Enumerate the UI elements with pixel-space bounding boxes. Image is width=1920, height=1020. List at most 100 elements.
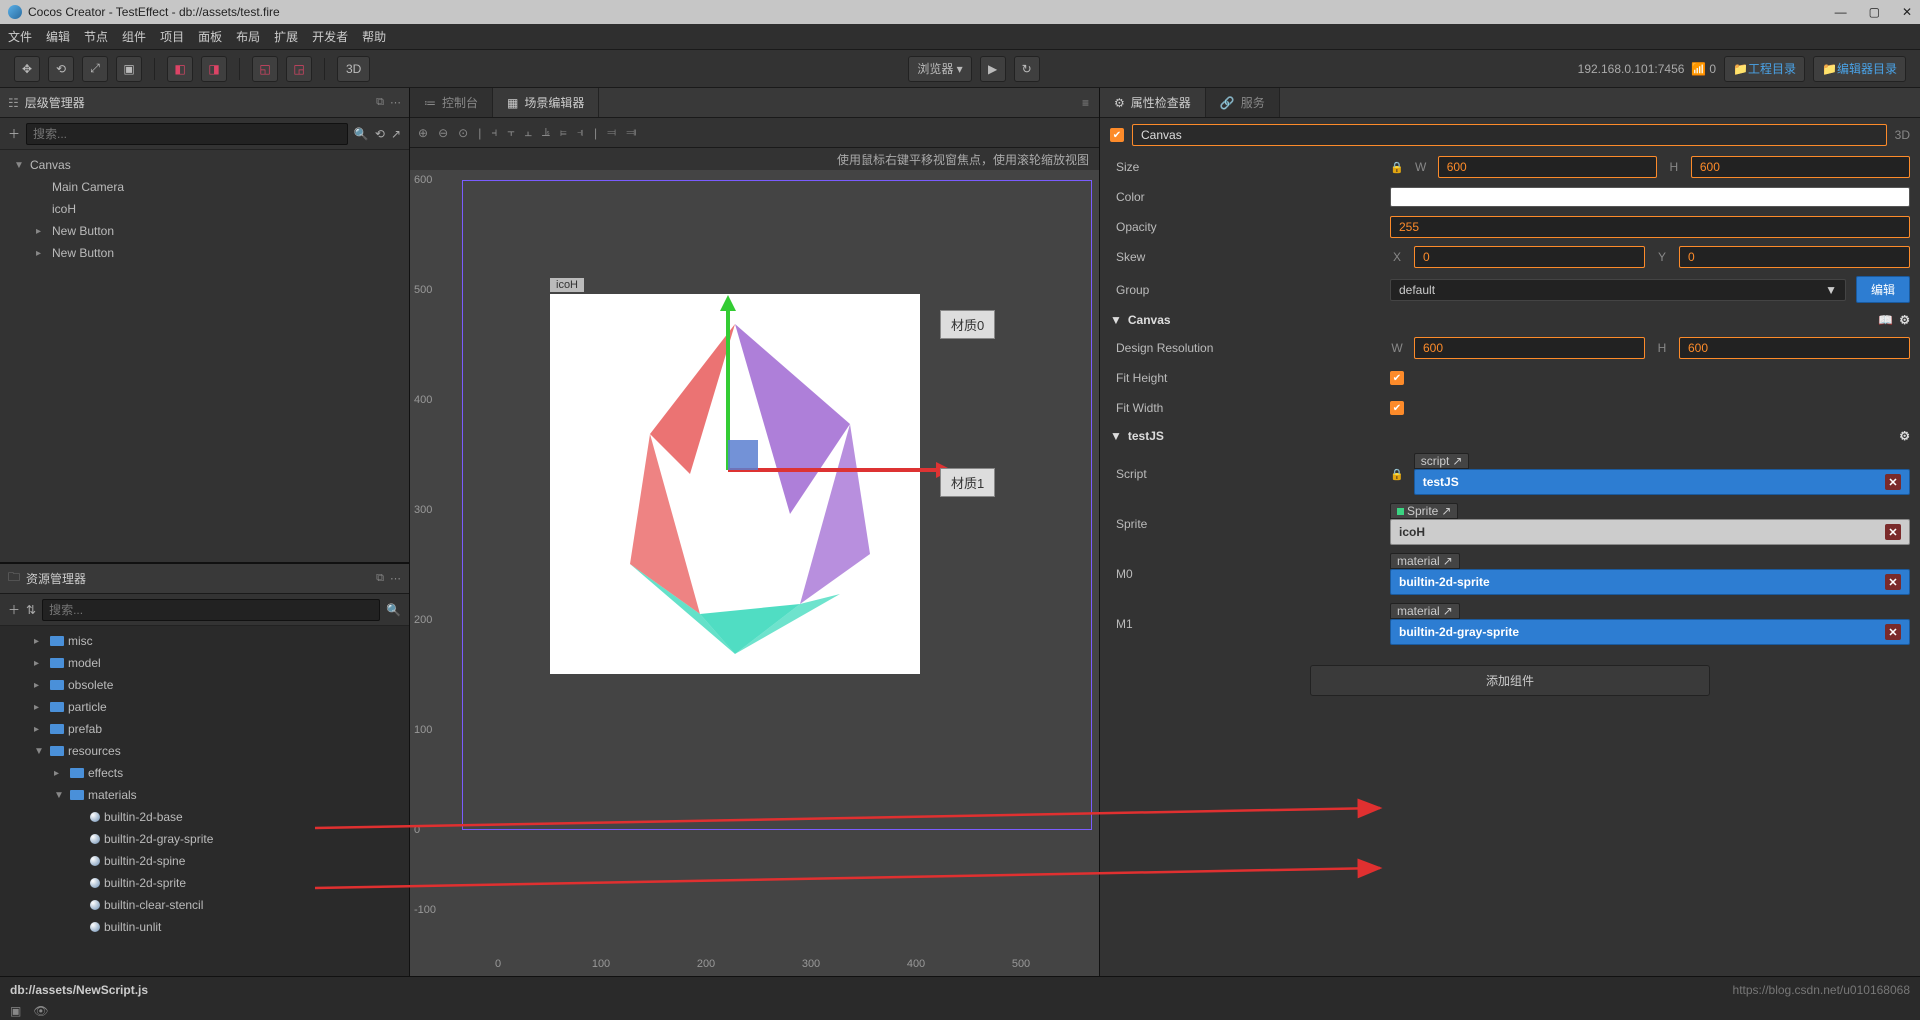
asset-item[interactable]: ▼materials [0,784,409,806]
3d-mode-button[interactable]: 3D [337,56,370,82]
menu-component[interactable]: 组件 [122,28,146,45]
m0-ref[interactable]: builtin-2d-sprite✕ [1390,569,1910,595]
asset-item[interactable]: ▸obsolete [0,674,409,696]
world-tool-button[interactable]: ◲ [286,56,312,82]
menu-node[interactable]: 节点 [84,28,108,45]
align-left-icon[interactable]: ⫞ [491,125,497,140]
menu-developer[interactable]: 开发者 [312,28,348,45]
clear-ref-button[interactable]: ✕ [1885,574,1901,590]
asset-item[interactable]: builtin-2d-base [0,806,409,828]
refresh-button[interactable]: ↻ [1014,56,1040,82]
scale-tool-button[interactable]: ⤢ [82,56,108,82]
group-select[interactable]: default▼ [1390,279,1846,301]
design-h-input[interactable]: 600 [1679,337,1910,359]
zoom-fit-icon[interactable]: ⊙ [458,126,468,140]
zoom-out-icon[interactable]: ⊖ [438,126,448,140]
sort-button[interactable]: ⇅ [26,603,36,617]
menu-project[interactable]: 项目 [160,28,184,45]
color-input[interactable] [1390,187,1910,207]
clear-ref-button[interactable]: ✕ [1885,524,1901,540]
material1-button[interactable]: 材质1 [940,468,995,497]
external-icon[interactable]: ↗ [1443,554,1453,568]
component-gear-icon[interactable]: ⚙ [1899,429,1910,443]
material0-button[interactable]: 材质0 [940,310,995,339]
script-ref[interactable]: testJS✕ [1414,469,1910,495]
menu-edit[interactable]: 编辑 [46,28,70,45]
create-asset-button[interactable]: ＋ [8,601,20,618]
asset-item[interactable]: ▸misc [0,630,409,652]
minimize-button[interactable]: — [1835,5,1847,19]
node-name-input[interactable]: Canvas [1132,124,1887,146]
external-icon[interactable]: ↗ [1441,504,1451,518]
asset-item[interactable]: builtin-clear-stencil [0,894,409,916]
distribute-v-icon[interactable]: ⫥ [626,125,636,140]
clear-ref-button[interactable]: ✕ [1885,624,1901,640]
node-active-checkbox[interactable]: ✔ [1110,128,1124,142]
tab-inspector[interactable]: ⚙属性检查器 [1100,88,1206,117]
asset-item[interactable]: ▸prefab [0,718,409,740]
asset-item[interactable]: ▸effects [0,762,409,784]
hierarchy-item[interactable]: ▸New Button [0,220,409,242]
align-bottom-icon[interactable]: ⫣ [577,125,584,140]
editor-dir-button[interactable]: 📁 编辑器目录 [1813,56,1906,82]
project-dir-button[interactable]: 📁 工程目录 [1724,56,1805,82]
tab-services[interactable]: 🔗服务 [1206,88,1280,117]
panel-menu-icon[interactable]: ≡ [1072,96,1099,110]
panel-popout-icon[interactable]: ⧉ [376,96,384,109]
search-icon[interactable]: 🔍 [386,603,401,617]
scene-viewport[interactable]: 6005004003002001000-100 0100200300400500… [410,170,1099,976]
hierarchy-tab[interactable]: ☷ 层级管理器 ⧉ ⋯ [0,88,409,118]
menu-panel[interactable]: 面板 [198,28,222,45]
rotate-tool-button[interactable]: ⟲ [48,56,74,82]
asset-item[interactable]: builtin-2d-sprite [0,872,409,894]
hierarchy-search-input[interactable] [26,123,348,145]
maximize-button[interactable]: ▢ [1869,5,1880,19]
asset-item[interactable]: ▼resources [0,740,409,762]
zoom-in-icon[interactable]: ⊕ [418,126,428,140]
opacity-input[interactable]: 255 [1390,216,1910,238]
gizmo-center[interactable] [728,440,758,470]
external-icon[interactable]: ↗ [1443,604,1453,618]
m1-ref[interactable]: builtin-2d-gray-sprite✕ [1390,619,1910,645]
fit-height-checkbox[interactable]: ✔ [1390,371,1404,385]
hierarchy-item[interactable]: ▸New Button [0,242,409,264]
hierarchy-item[interactable]: Main Camera [0,176,409,198]
component-gear-icon[interactable]: ⚙ [1899,313,1910,327]
clear-ref-button[interactable]: ✕ [1885,474,1901,490]
hierarchy-item[interactable]: ▼Canvas [0,154,409,176]
local-tool-button[interactable]: ◱ [252,56,278,82]
asset-item[interactable]: builtin-2d-gray-sprite [0,828,409,850]
help-icon[interactable]: 📖 [1878,313,1893,327]
pivot-tool-button[interactable]: ◨ [201,56,227,82]
design-w-input[interactable]: 600 [1414,337,1645,359]
menu-extend[interactable]: 扩展 [274,28,298,45]
menu-help[interactable]: 帮助 [362,28,386,45]
asset-item[interactable]: ▸particle [0,696,409,718]
search-icon[interactable]: 🔍 [354,127,369,141]
section-arrow-icon[interactable]: ▼ [1110,313,1122,327]
assets-search-input[interactable] [42,599,380,621]
collapse-icon[interactable]: ⟲ [375,127,385,141]
add-component-button[interactable]: 添加组件 [1310,665,1710,696]
menu-layout[interactable]: 布局 [236,28,260,45]
menu-file[interactable]: 文件 [8,28,32,45]
align-middle-v-icon[interactable]: ⫢ [560,125,567,140]
align-top-icon[interactable]: ⫡ [542,125,550,140]
hierarchy-item[interactable]: icoH [0,198,409,220]
asset-item[interactable]: ▸model [0,652,409,674]
section-arrow-icon[interactable]: ▼ [1110,429,1122,443]
skew-x-input[interactable]: 0 [1414,246,1645,268]
panel-popout-icon[interactable]: ⧉ [376,572,384,585]
tab-console[interactable]: ≔控制台 [410,88,493,117]
group-edit-button[interactable]: 编辑 [1856,276,1910,303]
expand-icon[interactable]: ↗ [391,127,401,141]
lock-icon[interactable]: 🔒 [1390,161,1404,174]
asset-item[interactable]: builtin-unlit [0,916,409,938]
size-w-input[interactable]: 600 [1438,156,1657,178]
move-tool-button[interactable]: ✥ [14,56,40,82]
panel-menu-icon[interactable]: ⋯ [390,96,401,109]
align-right-icon[interactable]: ⫠ [525,125,532,140]
anchor-tool-button[interactable]: ◧ [167,56,193,82]
skew-y-input[interactable]: 0 [1679,246,1910,268]
preview-browser-select[interactable]: 浏览器 ▾ [908,56,971,82]
